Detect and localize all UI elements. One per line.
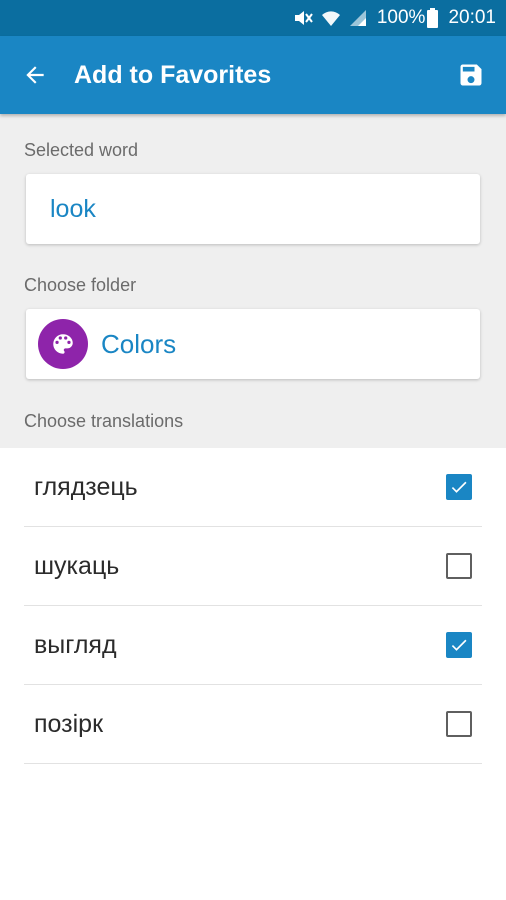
form-area: Selected word look Choose folder Colors … [0,114,506,448]
palette-icon [38,319,88,369]
selected-word-label: Selected word [24,140,139,160]
page-title: Add to Favorites [74,60,272,89]
folder-selector[interactable]: Colors [26,309,480,379]
translation-item[interactable]: глядзець [24,448,482,527]
mute-icon [293,9,313,27]
clock: 20:01 [448,7,496,28]
checkmark-icon [451,481,467,493]
battery-level-text: 100% [376,7,426,28]
checkmark-icon [451,639,467,651]
translation-item[interactable]: шукаць [24,527,482,606]
translation-text: выгляд [34,630,117,659]
translations-list: глядзець шукаць выгляд позірк [0,448,506,764]
translation-text: шукаць [34,551,120,580]
translation-text: позірк [34,709,104,738]
battery-icon [427,8,439,28]
selected-word-field[interactable]: look [26,174,480,244]
translation-checkbox[interactable] [446,474,472,500]
app-bar: Add to Favorites [0,36,506,114]
translation-checkbox[interactable] [446,711,472,737]
translation-checkbox[interactable] [446,553,472,579]
translation-checkbox[interactable] [446,632,472,658]
signal-icon [349,9,367,27]
wifi-icon [321,9,341,27]
selected-word-value: look [50,194,96,223]
translation-item[interactable]: позірк [24,685,482,764]
arrow-back-icon [26,66,44,84]
back-button[interactable] [0,36,70,114]
choose-translations-label: Choose translations [24,411,184,431]
save-button[interactable] [436,36,506,114]
save-icon [460,64,482,86]
translation-text: глядзець [34,472,138,501]
choose-folder-label: Choose folder [24,275,137,295]
folder-name: Colors [101,328,177,359]
status-bar: 100% 20:01 [0,0,506,36]
translation-item[interactable]: выгляд [24,606,482,685]
